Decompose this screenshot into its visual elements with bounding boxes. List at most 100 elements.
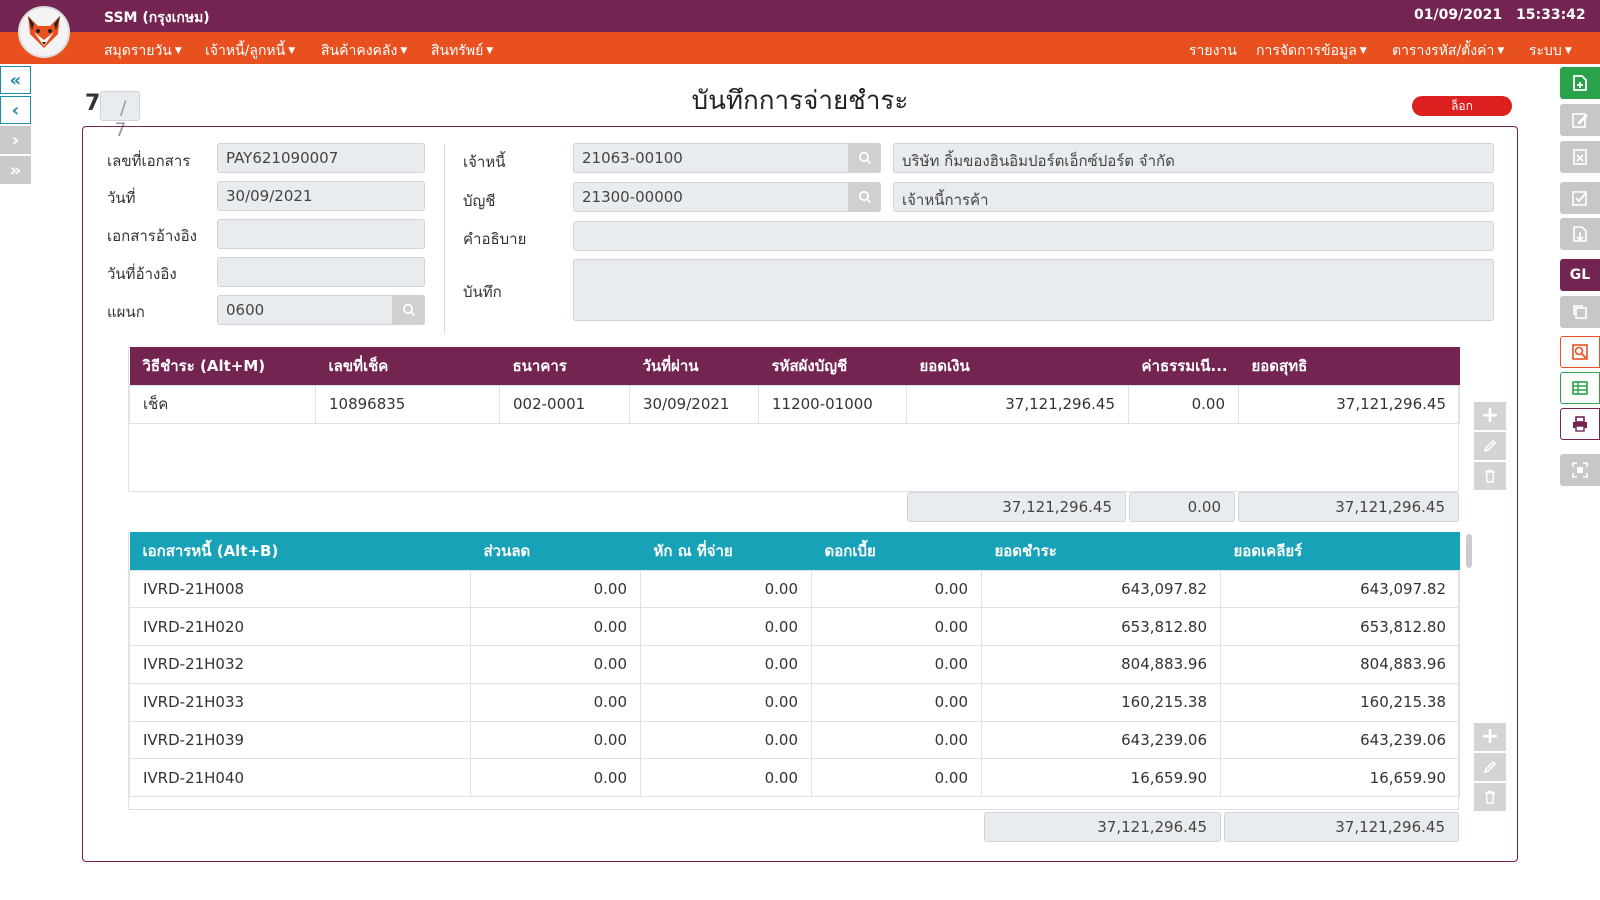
menu-system[interactable]: ระบบ ▼ (1529, 40, 1572, 62)
menu-report[interactable]: รายงาน (1189, 40, 1237, 62)
col-clear-date[interactable]: วันที่ผ่าน (629, 347, 759, 385)
approve-doc-button[interactable] (1560, 182, 1600, 214)
cell-debt-document: IVRD-21H040 (129, 758, 471, 798)
col-net[interactable]: ยอดสุทธิ (1238, 347, 1460, 385)
new-doc-button[interactable] (1560, 67, 1600, 99)
fox-logo[interactable] (18, 6, 70, 58)
table-row[interactable]: IVRD-21H008 0.00 0.00 0.00 643,097.82 643,097… (129, 569, 1460, 609)
prev-record-button[interactable]: ‹ (0, 96, 31, 124)
doc-no-field[interactable]: PAY621090007 (217, 143, 425, 173)
next-record-button[interactable]: › (0, 126, 31, 154)
cell-cleared: 643,097.82 (1220, 569, 1460, 609)
department-field[interactable]: 0600 (217, 295, 393, 325)
date-label: วันที่ (107, 189, 136, 207)
last-record-button[interactable]: » (0, 156, 31, 184)
cell-withholding: 0.00 (640, 607, 812, 647)
edit-payment-button[interactable] (1474, 432, 1506, 460)
col-account-code[interactable]: รหัสผังบัญชี (758, 347, 907, 385)
add-payment-button[interactable]: + (1474, 402, 1506, 430)
cell-discount: 0.00 (470, 720, 641, 760)
gl-button[interactable]: GL (1560, 259, 1600, 291)
cancel-doc-button[interactable] (1560, 141, 1600, 173)
description-label: คำอธิบาย (463, 230, 527, 248)
ref-date-field[interactable] (217, 257, 425, 287)
doc-no-label: เลขที่เอกสาร (107, 152, 191, 170)
col-debt-document[interactable]: เอกสารหนี้ (Alt+B) (129, 532, 471, 570)
table-row[interactable]: IVRD-21H033 0.00 0.00 0.00 160,215.38 160,215… (129, 682, 1460, 722)
account-code-field[interactable]: 21300-00000 (573, 182, 849, 212)
table-row[interactable]: IVRD-21H040 0.00 0.00 0.00 16,659.90 16,659.9… (129, 758, 1460, 798)
save-doc-button[interactable] (1560, 218, 1600, 250)
caret-down-icon: ▼ (1564, 46, 1572, 56)
add-document-button[interactable]: + (1474, 723, 1506, 751)
account-search-button[interactable] (849, 182, 881, 212)
scan-button[interactable] (1560, 454, 1600, 486)
description-field[interactable] (573, 221, 1494, 251)
table-row[interactable]: IVRD-21H032 0.00 0.00 0.00 804,883.96 804,883… (129, 645, 1460, 684)
main-menu: สมุดรายวัน ▼ เจ้าหนี้/ลูกหนี้ ▼ สินค้าคงคล… (0, 32, 1600, 64)
payment-table: วิธีชำระ (Alt+M) เลขที่เช็ค ธนาคาร วันที… (129, 347, 1460, 424)
creditor-name-field[interactable]: บริษัท กิ้มของฮินอิมปอร์ตเอ็กซ์ปอร์ต จำก… (893, 143, 1494, 173)
table-row[interactable]: เช็ค 10896835 002-0001 30/09/2021 11200-… (129, 384, 1460, 424)
trash-icon (1485, 790, 1495, 804)
menu-ap-ar[interactable]: เจ้าหนี้/ลูกหนี้ ▼ (205, 40, 295, 62)
col-bank[interactable]: ธนาคาร (499, 347, 630, 385)
table-icon (1572, 381, 1588, 395)
edit-document-button[interactable] (1474, 753, 1506, 781)
preview-button[interactable] (1560, 336, 1600, 368)
top-header: SSM (กรุงเกษม) 01/09/2021 15:33:42 (0, 0, 1600, 32)
menu-journal[interactable]: สมุดรายวัน ▼ (104, 40, 182, 62)
check-square-icon (1572, 191, 1587, 206)
col-withholding[interactable]: หัก ณ ที่จ่าย (640, 532, 812, 570)
date-field[interactable]: 30/09/2021 (217, 181, 425, 211)
excel-export-button[interactable] (1560, 372, 1600, 404)
search-icon (858, 190, 872, 204)
delete-document-button[interactable] (1474, 783, 1506, 811)
double-chevron-right-icon: » (9, 159, 22, 181)
col-paid[interactable]: ยอดชำระ (981, 532, 1221, 570)
table-row[interactable]: IVRD-21H020 0.00 0.00 0.00 653,812.80 653,812… (129, 607, 1460, 647)
col-amount[interactable]: ยอดเงิน (906, 347, 1129, 385)
col-fee[interactable]: ค่าธรรมเนี... (1128, 347, 1239, 385)
first-record-button[interactable]: « (0, 66, 31, 94)
form-divider (444, 144, 445, 334)
creditor-label: เจ้าหนี้ (463, 153, 506, 171)
col-cleared[interactable]: ยอดเคลียร์ (1220, 532, 1460, 570)
document-table-body: IVRD-21H008 0.00 0.00 0.00 643,097.82 643,097… (129, 569, 1460, 798)
document-cleared-total: 37,121,296.45 (1224, 812, 1459, 842)
menu-assets[interactable]: สินทรัพย์ ▼ (431, 40, 493, 62)
account-label: บัญชี (463, 192, 496, 210)
menu-data-management[interactable]: การจัดการข้อมูล ▼ (1256, 40, 1367, 62)
lock-status-badge[interactable]: ล็อก (1412, 96, 1512, 116)
cell-withholding: 0.00 (640, 720, 812, 760)
cell-paid: 643,097.82 (981, 569, 1221, 609)
cell-account-code: 11200-01000 (758, 384, 907, 424)
print-button[interactable] (1560, 408, 1600, 440)
creditor-code-field[interactable]: 21063-00100 (573, 143, 849, 173)
cell-bank: 002-0001 (499, 384, 630, 424)
col-discount[interactable]: ส่วนลด (470, 532, 641, 570)
department-search-button[interactable] (393, 295, 425, 325)
payment-header-row: วิธีชำระ (Alt+M) เลขที่เช็ค ธนาคาร วันที… (129, 347, 1460, 385)
creditor-search-button[interactable] (849, 143, 881, 173)
copy-doc-button[interactable] (1560, 296, 1600, 328)
ref-doc-field[interactable] (217, 219, 425, 249)
document-scrollbar[interactable] (1466, 534, 1472, 568)
double-chevron-left-icon: « (9, 69, 22, 91)
delete-payment-button[interactable] (1474, 462, 1506, 490)
record-current: 7 (85, 91, 101, 116)
menu-inventory[interactable]: สินค้าคงคลัง ▼ (321, 40, 407, 62)
caret-down-icon: ▼ (1359, 46, 1367, 56)
cell-paid: 160,215.38 (981, 682, 1221, 722)
col-interest[interactable]: ดอกเบี้ย (811, 532, 982, 570)
account-name-field[interactable]: เจ้าหนี้การค้า (893, 182, 1494, 212)
payment-fee-total: 0.00 (1129, 492, 1235, 522)
table-row[interactable]: IVRD-21H039 0.00 0.00 0.00 643,239.06 643,239… (129, 720, 1460, 760)
edit-doc-button[interactable] (1560, 104, 1600, 136)
col-cheque-no[interactable]: เลขที่เช็ค (315, 347, 500, 385)
note-textarea[interactable] (573, 259, 1494, 321)
caret-down-icon: ▼ (1497, 46, 1505, 56)
document-header-row: เอกสารหนี้ (Alt+B) ส่วนลด หัก ณ ที่จ่าย … (129, 532, 1460, 570)
menu-code-settings[interactable]: ตารางรหัส/ตั้งค่า ▼ (1392, 40, 1504, 62)
col-payment-method[interactable]: วิธีชำระ (Alt+M) (129, 347, 316, 385)
